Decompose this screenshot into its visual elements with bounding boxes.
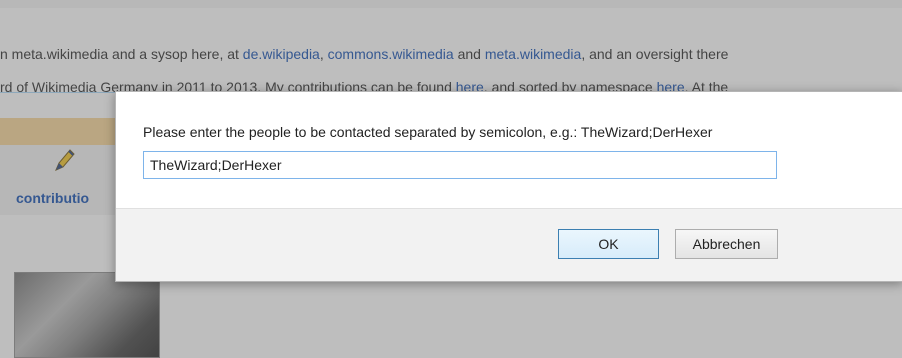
dialog-body: Please enter the people to be contacted … xyxy=(116,92,902,208)
ok-button[interactable]: OK xyxy=(558,229,659,259)
contacts-input[interactable] xyxy=(143,151,777,179)
prompt-dialog: Please enter the people to be contacted … xyxy=(115,91,902,282)
dialog-prompt-text: Please enter the people to be contacted … xyxy=(143,124,713,140)
dialog-footer: OK Abbrechen xyxy=(116,208,902,281)
cancel-button[interactable]: Abbrechen xyxy=(675,229,778,259)
